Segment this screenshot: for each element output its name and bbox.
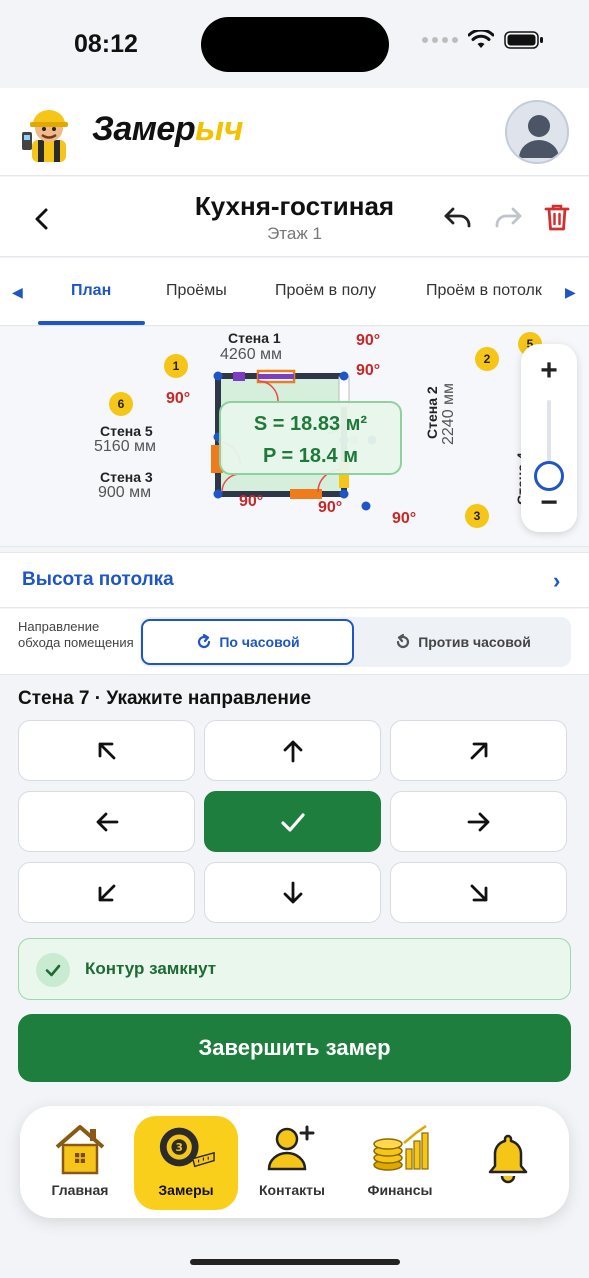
mascot-logo-icon: [22, 110, 68, 162]
tab-ceiling-opening[interactable]: Проём в потолк: [426, 282, 542, 300]
nav-item-measurements[interactable]: 3 Замеры: [134, 1116, 238, 1210]
contour-closed-status: Контур замкнут: [18, 938, 571, 1000]
tape-measure-icon: 3: [159, 1127, 215, 1168]
arrow-up-icon: [283, 740, 302, 762]
ceiling-height-row[interactable]: Высота потолка ›: [0, 552, 589, 608]
zoom-control: + −: [521, 344, 577, 532]
finish-measurement-button[interactable]: Завершить замер: [18, 1014, 571, 1082]
wall-badge[interactable]: 2: [475, 347, 499, 371]
bottom-navigation: Главная 3 Замеры Контакты Финансы: [20, 1106, 569, 1218]
app-header: Замерыч: [0, 88, 589, 176]
svg-text:3: 3: [176, 1141, 183, 1154]
home-indicator: [190, 1259, 400, 1265]
tab-plan[interactable]: План: [71, 282, 111, 300]
arrow-down-right-button[interactable]: [390, 862, 567, 923]
tabs-scroll-left-icon[interactable]: ◀: [12, 284, 23, 301]
nav-label-home: Главная: [51, 1182, 109, 1198]
wall-badge[interactable]: 3: [465, 504, 489, 528]
rotate-clockwise-icon: [198, 633, 211, 649]
wall-3-label: Стена 3: [100, 469, 153, 485]
wall-2-length: 2240 мм: [440, 382, 457, 445]
nav-item-notifications[interactable]: [456, 1116, 560, 1210]
bell-icon: [488, 1134, 528, 1184]
arrow-down-right-icon: [470, 884, 487, 901]
confirm-direction-button[interactable]: [204, 791, 381, 852]
clockwise-option[interactable]: По часовой: [141, 619, 354, 665]
direction-segmented-control: По часовой Против часовой: [140, 617, 571, 667]
room-title-bar: Кухня-гостиная Этаж 1: [0, 177, 589, 257]
nav-label-contacts: Контакты: [258, 1182, 325, 1198]
wall-3-length: 900 мм: [98, 484, 152, 501]
wall-2-label: Стена 2: [424, 386, 440, 439]
area-perimeter-card: S = 18.83 м² P = 18.4 м: [219, 401, 402, 475]
coins-icon: [373, 1124, 429, 1171]
contour-closed-text: Контур замкнут: [85, 959, 217, 978]
brand-name: Замерыч: [92, 110, 243, 148]
arrow-up-right-button[interactable]: [390, 720, 567, 781]
redo-button[interactable]: [492, 201, 524, 233]
walk-direction-label: Направление обхода помещения: [18, 619, 134, 650]
zoom-in-button[interactable]: +: [521, 354, 577, 388]
checkmark-icon: [280, 812, 305, 832]
floor-plan-canvas[interactable]: Стена 1 4260 мм Стена 2 2240 мм Стена 5 …: [0, 327, 589, 547]
angle-label: 90°: [239, 493, 264, 510]
arrow-left-button[interactable]: [18, 791, 195, 852]
delete-button[interactable]: [541, 201, 573, 233]
arrow-down-icon: [283, 881, 302, 903]
angle-label: 90°: [356, 332, 381, 349]
arrow-right-button[interactable]: [390, 791, 567, 852]
perimeter-value: P = 18.4 м: [262, 445, 359, 467]
add-contact-icon: [267, 1125, 315, 1171]
user-avatar[interactable]: [505, 100, 569, 164]
nav-label-finance: Финансы: [367, 1182, 433, 1198]
counterclockwise-option[interactable]: Против часовой: [356, 619, 569, 665]
rotate-counterclockwise-icon: [397, 633, 410, 649]
arrow-left-icon: [96, 812, 118, 831]
arrow-up-left-icon: [98, 742, 115, 759]
arrow-down-left-icon: [98, 884, 115, 901]
check-circle-icon: [36, 953, 70, 987]
active-tab-indicator: [38, 321, 145, 325]
area-value: S = 18.83 м²: [253, 413, 368, 435]
arrow-down-button[interactable]: [204, 862, 381, 923]
battery-icon: [504, 31, 543, 49]
user-icon: [519, 115, 559, 158]
nav-item-contacts[interactable]: Контакты: [240, 1116, 344, 1210]
wall-1-length: 4260 мм: [220, 346, 283, 363]
angle-label: 90°: [392, 510, 417, 527]
walk-direction-row: Направление обхода помещения По часовой …: [0, 609, 589, 675]
wall-1-label: Стена 1: [228, 330, 281, 346]
zoom-out-button[interactable]: −: [521, 486, 577, 520]
arrow-up-right-icon: [470, 742, 487, 759]
status-time: 08:12: [74, 30, 138, 58]
wifi-icon: [468, 30, 494, 48]
angle-label: 90°: [356, 362, 381, 379]
wall-5-length: 5160 мм: [94, 438, 157, 455]
arrow-up-button[interactable]: [204, 720, 381, 781]
tabs-scroll-right-icon[interactable]: ▶: [565, 284, 576, 301]
status-bar: 08:12: [0, 0, 589, 88]
angle-label: 90°: [166, 390, 191, 407]
nav-item-home[interactable]: Главная: [28, 1116, 132, 1210]
arrow-up-left-button[interactable]: [18, 720, 195, 781]
wall-direction-prompt: Стена 7 · Укажите направление: [18, 688, 312, 709]
tab-openings[interactable]: Проёмы: [166, 282, 227, 300]
arrow-right-icon: [467, 812, 489, 831]
wall-5-label: Стена 5: [100, 423, 153, 439]
wall-badge[interactable]: 1: [164, 354, 188, 378]
tab-floor-opening[interactable]: Проём в полу: [275, 282, 376, 300]
ceiling-height-label: Высота потолка: [22, 569, 174, 590]
status-icons: [422, 30, 544, 50]
nav-label-measurements: Замеры: [158, 1182, 214, 1198]
wall-badge[interactable]: 6: [109, 392, 133, 416]
arrow-down-left-button[interactable]: [18, 862, 195, 923]
signal-icon: [422, 37, 458, 43]
chevron-right-icon: ›: [553, 568, 561, 593]
angle-label: 90°: [318, 499, 343, 516]
undo-button[interactable]: [442, 201, 474, 233]
house-icon: [55, 1125, 105, 1175]
nav-item-finance[interactable]: Финансы: [348, 1116, 452, 1210]
dynamic-island: [201, 17, 389, 72]
section-tabs: ◀ План Проёмы Проём в полу Проём в потол…: [0, 258, 589, 326]
